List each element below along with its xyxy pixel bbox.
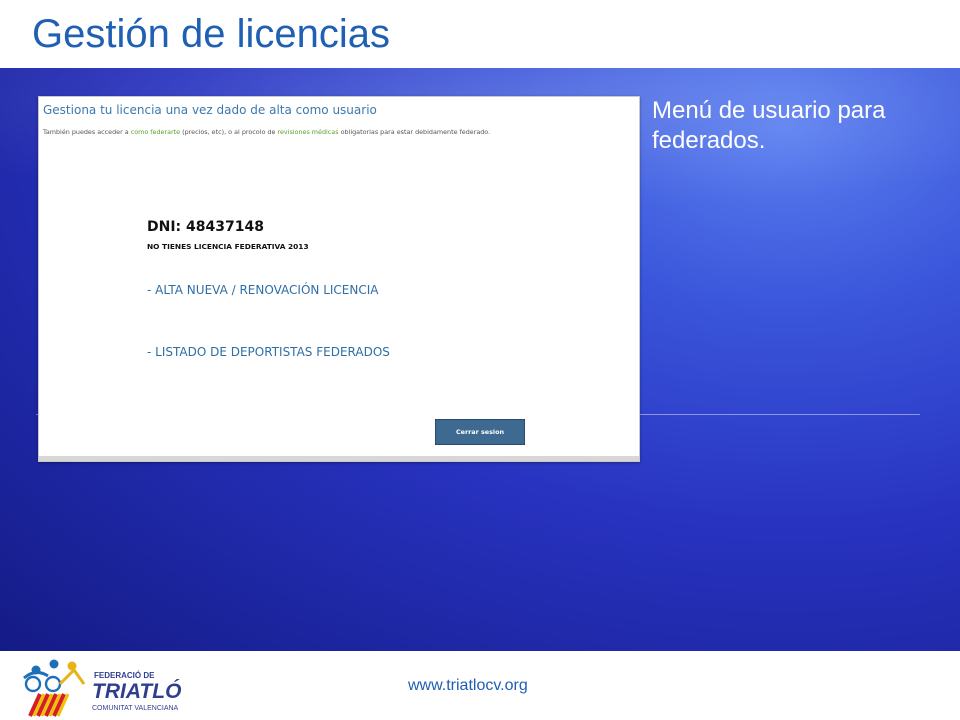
license-status: NO TIENES LICENCIA FEDERATIVA 2013	[147, 242, 309, 251]
slide-caption: Menú de usuario para federados.	[652, 97, 886, 154]
slide-content-area: Gestiona tu licencia una vez dado de alt…	[0, 68, 960, 651]
website-url[interactable]: www.triatlocv.org	[408, 677, 528, 695]
revisiones-medicas-link[interactable]: revisiones médicas	[277, 128, 338, 136]
title-bar: Gestión de licencias	[0, 0, 960, 68]
logo-line2: TRIATLÓ	[92, 679, 181, 703]
horizontal-scrollbar[interactable]	[39, 456, 639, 461]
slide-title: Gestión de licencias	[32, 12, 390, 56]
logo-line1: FEDERACIÓ DE	[94, 671, 155, 680]
footer: FEDERACIÓ DE TRIATLÓ COMUNITAT VALENCIAN…	[0, 651, 960, 720]
subtitle-text-middle: (precios, etc), o al procolo de	[180, 128, 278, 136]
athlete-figures-icon	[23, 659, 86, 717]
subtitle-text-start: También puedes acceder a	[43, 128, 131, 136]
listado-deportistas-link[interactable]: - LISTADO DE DEPORTISTAS FEDERADOS	[147, 345, 390, 359]
screenshot-subtitle: También puedes acceder a como federarte …	[43, 128, 490, 136]
screenshot-heading: Gestiona tu licencia una vez dado de alt…	[43, 103, 377, 117]
logo-line3: COMUNITAT VALENCIANA	[92, 705, 179, 712]
como-federarte-link[interactable]: como federarte	[131, 128, 180, 136]
alta-renovacion-link[interactable]: - ALTA NUEVA / RENOVACIÓN LICENCIA	[147, 283, 379, 297]
subtitle-text-end: obligatorias para estar debidamente fede…	[338, 128, 491, 136]
triatlo-logo: FEDERACIÓ DE TRIATLÓ COMUNITAT VALENCIAN…	[23, 659, 181, 717]
logout-button[interactable]: Cerrar sesion	[435, 419, 525, 445]
embedded-screenshot: Gestiona tu licencia una vez dado de alt…	[38, 96, 640, 462]
dni-number: DNI: 48437148	[147, 219, 264, 235]
